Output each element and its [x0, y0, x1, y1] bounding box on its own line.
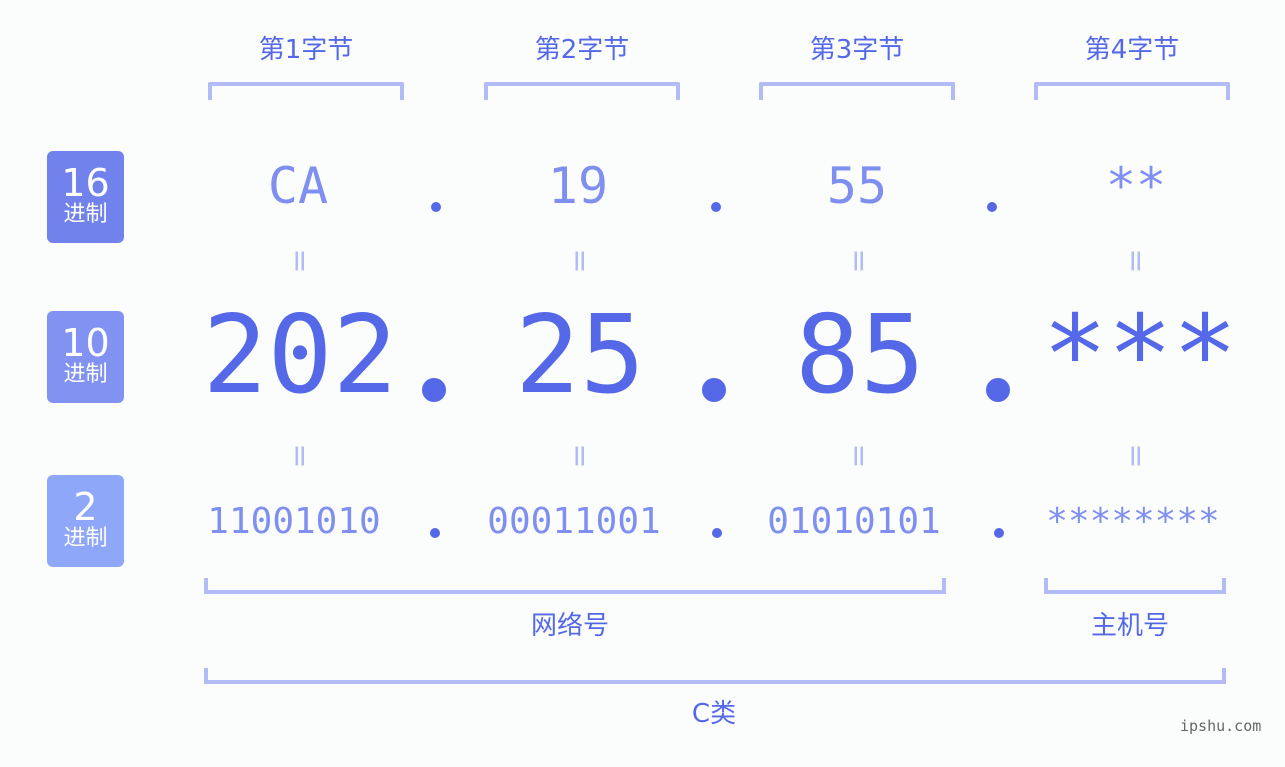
- dec-separator-dot: [986, 378, 1010, 402]
- bin-byte-3: 01010101: [767, 501, 941, 542]
- dec-separator-dot: [422, 378, 446, 402]
- hex-separator-dot: [711, 202, 721, 212]
- hex-byte-3: 55: [826, 157, 888, 215]
- byte-4-label: 第4字节: [1084, 35, 1180, 65]
- equals-sign: =: [562, 443, 598, 469]
- hex-byte-1: CA: [267, 157, 329, 215]
- badge-hex-unit: 进制: [63, 202, 108, 227]
- badge-dec: 10 进制: [47, 311, 124, 403]
- byte-1-label: 第1字节: [258, 35, 354, 65]
- equals-sign: =: [1118, 443, 1154, 469]
- badge-hex-base: 16: [61, 161, 110, 205]
- byte-2-bracket: [484, 82, 680, 100]
- network-label: 网络号: [530, 611, 609, 641]
- equals-sign: =: [1118, 248, 1154, 274]
- badge-bin-base: 2: [73, 485, 98, 529]
- dec-byte-4: ***: [1042, 293, 1238, 418]
- host-bracket: [1044, 578, 1226, 594]
- hex-separator-dot: [431, 202, 441, 212]
- byte-3-bracket: [759, 82, 955, 100]
- equals-sign: =: [562, 248, 598, 274]
- badge-dec-unit: 进制: [63, 362, 108, 387]
- network-bracket: [204, 578, 946, 594]
- hex-byte-2: 19: [547, 157, 609, 215]
- badge-bin: 2 进制: [47, 475, 124, 567]
- equals-sign: =: [282, 248, 318, 274]
- badge-dec-base: 10: [61, 321, 110, 365]
- equals-sign: =: [282, 443, 318, 469]
- dec-separator-dot: [702, 378, 726, 402]
- byte-1-bracket: [208, 82, 404, 100]
- bin-separator-dot: [430, 528, 440, 538]
- badge-bin-unit: 进制: [63, 526, 108, 551]
- dec-byte-3: 85: [794, 293, 926, 418]
- hex-byte-4: **: [1105, 157, 1167, 215]
- bin-separator-dot: [994, 528, 1004, 538]
- badge-hex: 16 进制: [47, 151, 124, 243]
- equals-sign: =: [841, 248, 877, 274]
- byte-3-label: 第3字节: [809, 35, 905, 65]
- bin-separator-dot: [712, 528, 722, 538]
- dec-byte-2: 25: [514, 293, 646, 418]
- dec-byte-1: 202: [202, 293, 398, 418]
- bin-byte-4: ********: [1046, 501, 1220, 542]
- byte-4-bracket: [1034, 82, 1230, 100]
- host-label: 主机号: [1090, 611, 1169, 641]
- equals-sign: =: [841, 443, 877, 469]
- class-label: C类: [691, 699, 737, 729]
- hex-separator-dot: [987, 202, 997, 212]
- watermark: ipshu.com: [1180, 717, 1262, 735]
- byte-2-label: 第2字节: [534, 35, 630, 65]
- bin-byte-2: 00011001: [487, 501, 661, 542]
- class-bracket: [204, 668, 1226, 684]
- bin-byte-1: 11001010: [207, 501, 381, 542]
